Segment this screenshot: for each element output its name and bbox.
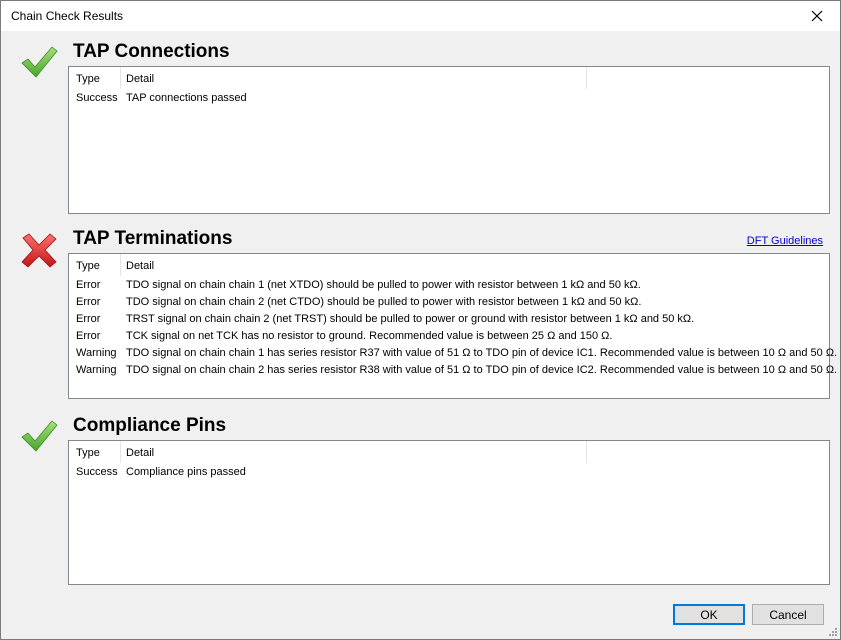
close-icon bbox=[811, 10, 823, 22]
list-header: Type Detail bbox=[69, 441, 829, 464]
list-item[interactable]: Error TRST signal on chain chain 2 (net … bbox=[69, 311, 829, 328]
list-header: Type Detail bbox=[69, 67, 829, 90]
row-type: Success bbox=[76, 92, 118, 104]
red-x-icon bbox=[21, 233, 57, 268]
green-check-icon bbox=[21, 420, 58, 452]
column-header-detail[interactable]: Detail bbox=[126, 447, 154, 459]
list-item[interactable]: Warning TDO signal on chain chain 1 has … bbox=[69, 345, 837, 362]
row-detail: TCK signal on net TCK has no resistor to… bbox=[126, 330, 613, 342]
column-separator[interactable] bbox=[120, 254, 121, 276]
row-detail: TDO signal on chain chain 2 has series r… bbox=[126, 364, 838, 376]
list-item[interactable]: Success Compliance pins passed bbox=[69, 464, 829, 481]
chain-check-results-dialog: Chain Check Results TAP Connections Type… bbox=[0, 0, 841, 640]
section-title: TAP Terminations bbox=[73, 228, 233, 249]
list-item[interactable]: Success TAP connections passed bbox=[69, 90, 829, 107]
row-type: Error bbox=[76, 279, 101, 291]
cancel-button[interactable]: Cancel bbox=[752, 604, 824, 625]
column-header-type[interactable]: Type bbox=[76, 260, 100, 272]
row-detail: TDO signal on chain chain 1 (net XTDO) s… bbox=[126, 279, 641, 291]
column-header-detail[interactable]: Detail bbox=[126, 260, 154, 272]
section-title: Compliance Pins bbox=[73, 415, 227, 436]
list-item[interactable]: Error TDO signal on chain chain 2 (net C… bbox=[69, 294, 829, 311]
results-list[interactable]: Type Detail Success TAP connections pass… bbox=[68, 66, 830, 214]
results-list[interactable]: Type Detail Error TDO signal on chain ch… bbox=[68, 253, 837, 399]
ok-button[interactable]: OK bbox=[673, 604, 745, 625]
resize-grip-icon[interactable] bbox=[828, 627, 838, 637]
list-item[interactable]: Error TDO signal on chain chain 1 (net X… bbox=[69, 277, 829, 294]
title-bar: Chain Check Results bbox=[1, 1, 840, 31]
row-type: Error bbox=[76, 313, 101, 325]
results-list[interactable]: Type Detail Success Compliance pins pass… bbox=[68, 440, 830, 585]
list-item[interactable]: Error TCK signal on net TCK has no resis… bbox=[69, 328, 829, 345]
dft-guidelines-link[interactable]: DFT Guidelines bbox=[747, 235, 823, 247]
close-button[interactable] bbox=[794, 1, 840, 31]
row-type: Warning bbox=[76, 347, 117, 359]
column-separator[interactable] bbox=[120, 441, 121, 463]
column-header-type[interactable]: Type bbox=[76, 447, 100, 459]
column-header-type[interactable]: Type bbox=[76, 73, 100, 85]
row-detail: TRST signal on chain chain 2 (net TRST) … bbox=[126, 313, 695, 325]
list-item[interactable]: Warning TDO signal on chain chain 2 has … bbox=[69, 362, 837, 379]
column-separator[interactable] bbox=[586, 67, 587, 89]
column-separator[interactable] bbox=[586, 441, 587, 463]
column-separator[interactable] bbox=[120, 67, 121, 89]
row-type: Error bbox=[76, 330, 101, 342]
row-detail: TDO signal on chain chain 2 (net CTDO) s… bbox=[126, 296, 642, 308]
row-type: Warning bbox=[76, 364, 117, 376]
row-detail: TAP connections passed bbox=[126, 92, 247, 104]
row-detail: TDO signal on chain chain 1 has series r… bbox=[126, 347, 838, 359]
row-type: Success bbox=[76, 466, 118, 478]
green-check-icon bbox=[21, 46, 58, 78]
window-title: Chain Check Results bbox=[11, 9, 124, 23]
column-header-detail[interactable]: Detail bbox=[126, 73, 154, 85]
section-title: TAP Connections bbox=[73, 41, 230, 62]
list-header: Type Detail bbox=[69, 254, 829, 277]
row-detail: Compliance pins passed bbox=[126, 466, 246, 478]
row-type: Error bbox=[76, 296, 101, 308]
